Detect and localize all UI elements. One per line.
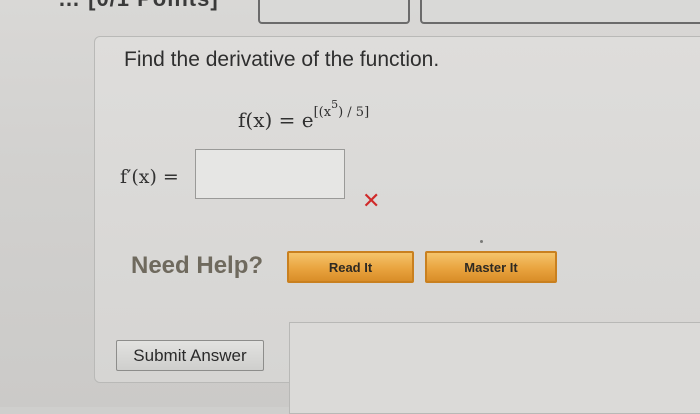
answer-input[interactable] xyxy=(195,149,345,199)
read-it-button[interactable]: Read It xyxy=(287,251,414,283)
incorrect-icon: ✕ xyxy=(362,188,381,213)
master-it-label: Master It xyxy=(464,259,518,275)
question-points-heading: … [0/1 Points] xyxy=(58,0,219,12)
exponent-power: 5 xyxy=(331,98,339,111)
question-prompt: Find the derivative of the function. xyxy=(124,48,440,71)
derivative-label: f′(x) = xyxy=(120,166,179,188)
master-it-button[interactable]: Master It xyxy=(425,251,557,283)
function-expression: f(x) = e[(x5) / 5] xyxy=(238,98,370,132)
function-lhs: f(x) = e xyxy=(238,107,314,132)
top-strip: … [0/1 Points] xyxy=(0,0,700,36)
exponent-open: [(x xyxy=(313,105,332,121)
function-exponent: [(x5) / 5] xyxy=(313,98,370,121)
exponent-close: ) / 5] xyxy=(338,105,370,121)
need-help-label: Need Help? xyxy=(131,252,264,279)
work-area[interactable] xyxy=(289,322,700,414)
read-it-label: Read It xyxy=(328,259,373,275)
top-box-right xyxy=(420,0,700,24)
submit-answer-button[interactable]: Submit Answer xyxy=(116,340,264,371)
top-box-left xyxy=(258,0,410,24)
cursor-dot xyxy=(480,240,483,243)
